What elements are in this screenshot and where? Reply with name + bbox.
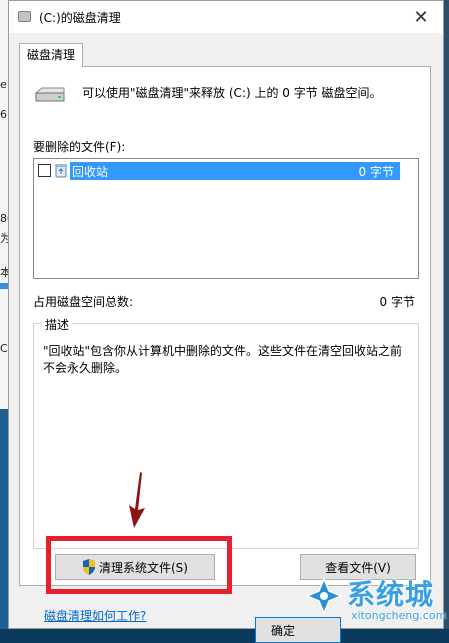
files-to-delete-label: 要删除的文件(F): xyxy=(33,140,126,154)
annotation-arrow-icon xyxy=(129,472,145,528)
list-item[interactable]: 回收站 0 字节 xyxy=(38,162,400,180)
total-space-label: 占用磁盘空间总数: xyxy=(33,295,134,309)
watermark-logo-icon xyxy=(305,577,343,615)
tab-disk-cleanup[interactable]: 磁盘清理 xyxy=(19,43,83,67)
disk-cleanup-dialog: (C:)的磁盘清理 ✕ 磁盘清理 可以使用"磁盘清理"来释放 (C:) 上的 0… xyxy=(8,0,444,643)
tab-panel: 可以使用"磁盘清理"来释放 (C:) 上的 0 字节 磁盘空间。 要删除的文件(… xyxy=(19,66,431,623)
description-group: 描述 "回收站"包含你从计算机中删除的文件。这些文件在清空回收站之前不会永久删除… xyxy=(33,316,419,549)
file-name: 回收站 xyxy=(72,165,109,179)
description-text: "回收站"包含你从计算机中删除的文件。这些文件在清空回收站之前不会永久删除。 xyxy=(43,344,403,375)
background-text: 6 xyxy=(0,108,7,121)
clean-system-files-label: 清理系统文件(S) xyxy=(99,560,188,575)
desktop-edge xyxy=(444,0,449,629)
uac-shield-icon xyxy=(83,559,95,575)
dialog-client-area: 磁盘清理 可以使用"磁盘清理"来释放 (C:) 上的 0 字节 磁盘空间。 要删… xyxy=(9,33,443,643)
hard-drive-icon xyxy=(34,87,65,102)
selected-row-highlight: 回收站 0 字节 xyxy=(70,162,400,180)
total-space-value: 0 字节 xyxy=(379,295,415,309)
files-to-delete-list[interactable]: 回收站 0 字节 xyxy=(33,158,419,279)
background-text: e xyxy=(0,78,7,91)
recycle-bin-icon xyxy=(55,164,67,178)
close-button[interactable]: ✕ xyxy=(399,1,443,33)
info-text: 可以使用"磁盘清理"来释放 (C:) 上的 0 字节 磁盘空间。 xyxy=(82,86,382,100)
background-progress-bar xyxy=(0,283,8,289)
ok-button-label: 确定 xyxy=(270,623,295,638)
file-size: 0 字节 xyxy=(358,165,394,179)
help-link[interactable]: 磁盘清理如何工作? xyxy=(44,607,146,624)
drive-icon xyxy=(18,11,31,22)
file-checkbox[interactable] xyxy=(38,164,51,177)
watermark-text: 系统城 xyxy=(347,578,435,611)
title-bar[interactable]: (C:)的磁盘清理 ✕ xyxy=(9,1,443,33)
site-watermark: 系统城 xitongcheng.com xyxy=(299,567,449,629)
clean-system-files-button[interactable]: 清理系统文件(S) xyxy=(55,554,215,580)
window-title: (C:)的磁盘清理 xyxy=(39,11,121,25)
description-legend: 描述 xyxy=(42,316,73,333)
watermark-url: xitongcheng.com xyxy=(351,609,447,622)
